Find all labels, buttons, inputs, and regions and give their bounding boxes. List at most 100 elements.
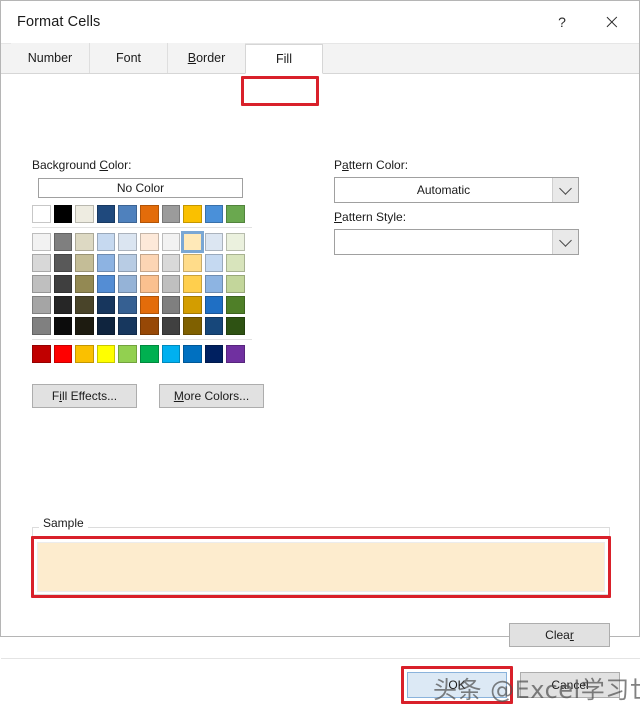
color-swatch-tint-1-1[interactable] — [53, 254, 73, 272]
color-swatch-tint-1-4[interactable] — [118, 254, 137, 272]
help-button[interactable]: ? — [539, 1, 585, 43]
tab-border[interactable]: Border — [167, 43, 245, 73]
color-swatch-tint-1-2[interactable] — [75, 254, 94, 272]
color-swatch-standard-7[interactable] — [183, 345, 202, 363]
no-color-button[interactable]: No Color — [38, 178, 243, 198]
color-swatch-tint-0-9[interactable] — [226, 233, 245, 251]
color-swatch-tint-4-4[interactable] — [118, 317, 137, 335]
cancel-button[interactable]: Cancel — [520, 672, 620, 698]
color-swatch-tint-3-3[interactable] — [96, 296, 116, 314]
color-swatch-theme-5[interactable] — [139, 205, 159, 223]
color-swatch-theme-1[interactable] — [53, 205, 73, 223]
color-swatch-standard-2[interactable] — [75, 345, 94, 363]
color-swatch-tint-0-7[interactable] — [181, 231, 204, 253]
color-swatch-standard-4[interactable] — [118, 345, 137, 363]
color-swatch-tint-1-0[interactable] — [32, 254, 51, 272]
color-swatch-tint-1-7[interactable] — [183, 254, 202, 272]
color-swatch-theme-0[interactable] — [32, 205, 51, 223]
clear-button[interactable]: Clear — [509, 623, 610, 647]
palette-standard-row — [32, 345, 252, 363]
color-swatch-tint-2-9[interactable] — [226, 275, 245, 293]
color-swatch-tint-1-3[interactable] — [96, 254, 116, 272]
pattern-color-dropdown[interactable]: Automatic — [334, 177, 579, 203]
color-swatch-tint-4-3[interactable] — [96, 317, 116, 335]
color-swatch-standard-9[interactable] — [226, 345, 245, 363]
color-swatch-tint-2-4[interactable] — [118, 275, 137, 293]
color-swatch-tint-3-1[interactable] — [53, 296, 73, 314]
palette-divider-top — [32, 227, 252, 228]
color-swatch-theme-7[interactable] — [183, 205, 202, 223]
color-swatch-theme-8[interactable] — [204, 205, 224, 223]
color-swatch-tint-0-3[interactable] — [96, 233, 116, 251]
color-swatch-tint-3-8[interactable] — [204, 296, 224, 314]
color-swatch-tint-2-2[interactable] — [75, 275, 94, 293]
pattern-style-dropdown[interactable] — [334, 229, 579, 255]
color-swatch-tint-4-2[interactable] — [75, 317, 94, 335]
color-swatch-standard-0[interactable] — [32, 345, 51, 363]
more-colors-label: More Colors... — [174, 389, 249, 403]
background-color-accel: C — [99, 158, 109, 172]
color-swatch-tint-0-2[interactable] — [75, 233, 94, 251]
color-swatch-tint-4-0[interactable] — [32, 317, 51, 335]
color-swatch-tint-1-9[interactable] — [226, 254, 245, 272]
color-swatch-tint-2-1[interactable] — [53, 275, 73, 293]
palette-tint-row-4 — [32, 317, 252, 335]
palette-tint-row-2 — [32, 275, 252, 293]
color-swatch-tint-3-7[interactable] — [183, 296, 202, 314]
color-swatch-theme-6[interactable] — [161, 205, 181, 223]
color-swatch-tint-4-8[interactable] — [204, 317, 224, 335]
ok-button[interactable]: OK — [407, 672, 507, 698]
tab-font[interactable]: Font — [89, 43, 167, 73]
fill-effects-button[interactable]: Fill Effects... — [32, 384, 137, 408]
color-swatch-tint-2-6[interactable] — [161, 275, 181, 293]
color-swatch-tint-1-8[interactable] — [204, 254, 224, 272]
pattern-color-accel: a — [342, 158, 349, 172]
color-swatch-tint-3-5[interactable] — [139, 296, 159, 314]
color-swatch-tint-3-0[interactable] — [32, 296, 51, 314]
tab-number-label: Number — [27, 51, 73, 65]
color-swatch-tint-2-5[interactable] — [139, 275, 159, 293]
color-swatch-tint-4-6[interactable] — [161, 317, 181, 335]
more-colors-button[interactable]: More Colors... — [159, 384, 264, 408]
color-swatch-theme-3[interactable] — [96, 205, 116, 223]
color-swatch-tint-2-8[interactable] — [204, 275, 224, 293]
color-swatch-tint-3-6[interactable] — [161, 296, 181, 314]
tab-fill[interactable]: Fill — [245, 44, 323, 74]
color-swatch-theme-4[interactable] — [118, 205, 137, 223]
color-swatch-tint-0-0[interactable] — [32, 233, 51, 251]
palette-divider-bottom — [32, 339, 252, 340]
color-swatch-tint-2-3[interactable] — [96, 275, 116, 293]
annotation-box-fill-tab — [241, 76, 319, 106]
color-swatch-tint-4-5[interactable] — [139, 317, 159, 335]
pattern-style-accel: P — [334, 210, 343, 224]
color-swatch-tint-1-5[interactable] — [139, 254, 159, 272]
pattern-color-label: Pattern Color: — [334, 158, 408, 172]
chevron-down-icon[interactable] — [552, 178, 578, 202]
color-swatch-tint-4-9[interactable] — [226, 317, 245, 335]
color-swatch-tint-0-1[interactable] — [53, 233, 73, 251]
color-swatch-tint-0-6[interactable] — [161, 233, 181, 251]
tab-strip: Number Font Border Fill — [1, 43, 639, 74]
color-swatch-tint-3-4[interactable] — [118, 296, 137, 314]
color-swatch-standard-3[interactable] — [96, 345, 116, 363]
color-swatch-tint-0-4[interactable] — [118, 233, 137, 251]
color-swatch-tint-0-8[interactable] — [204, 233, 224, 251]
color-swatch-tint-2-7[interactable] — [183, 275, 202, 293]
color-swatch-tint-4-7[interactable] — [183, 317, 202, 335]
color-swatch-theme-9[interactable] — [226, 205, 245, 223]
color-swatch-tint-0-5[interactable] — [139, 233, 159, 251]
color-swatch-standard-1[interactable] — [53, 345, 73, 363]
close-button[interactable] — [585, 1, 639, 43]
color-swatch-tint-3-2[interactable] — [75, 296, 94, 314]
color-swatch-tint-1-6[interactable] — [161, 254, 181, 272]
color-swatch-tint-4-1[interactable] — [53, 317, 73, 335]
color-swatch-standard-8[interactable] — [204, 345, 224, 363]
chevron-down-icon[interactable] — [552, 230, 578, 254]
color-swatch-standard-6[interactable] — [161, 345, 181, 363]
tab-number[interactable]: Number — [11, 43, 89, 73]
clear-pre: Clea — [545, 628, 570, 642]
color-swatch-tint-2-0[interactable] — [32, 275, 51, 293]
color-swatch-theme-2[interactable] — [75, 205, 94, 223]
color-swatch-standard-5[interactable] — [139, 345, 159, 363]
color-swatch-tint-3-9[interactable] — [226, 296, 245, 314]
